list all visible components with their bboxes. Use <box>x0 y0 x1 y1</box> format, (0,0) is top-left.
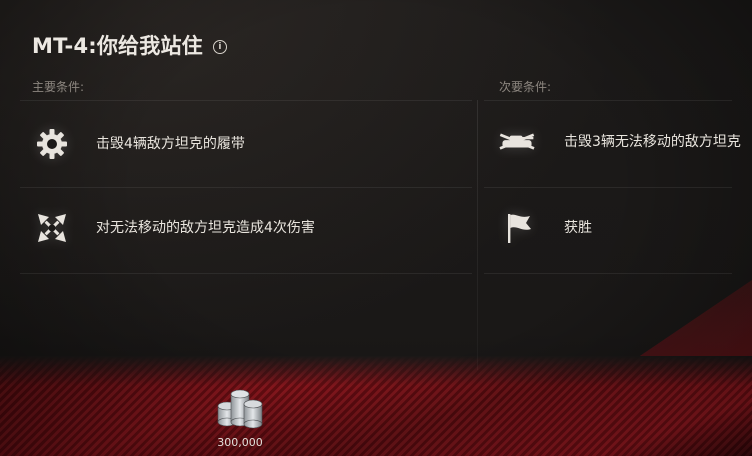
reward-amount: 300,000 <box>217 436 263 449</box>
silver-coins-icon <box>214 384 266 434</box>
reward: 300,000 <box>204 384 276 449</box>
secondary-condition-2: 获胜 <box>499 208 592 248</box>
condition-text: 击毁4辆敌方坦克的履带 <box>96 136 245 152</box>
primary-conditions-label: 主要条件: <box>32 80 85 94</box>
mission-title: MT-4:你给我站住 <box>32 34 203 58</box>
primary-condition-2: 对无法移动的敌方坦克造成4次伤害 <box>32 208 315 248</box>
primary-condition-1: 击毁4辆敌方坦克的履带 <box>32 124 245 164</box>
divider <box>20 187 472 188</box>
condition-text: 获胜 <box>564 220 592 236</box>
secondary-conditions-label: 次要条件: <box>499 80 552 94</box>
divider <box>484 100 732 101</box>
background-red-band <box>0 356 752 456</box>
divider <box>20 100 472 101</box>
condition-text: 击毁3辆无法移动的敌方坦克 <box>564 134 741 150</box>
secondary-condition-1: 击毁3辆无法移动的敌方坦克 <box>497 122 744 162</box>
mission-title-bar: MT-4:你给我站住 i <box>32 30 227 60</box>
gear-icon <box>32 124 72 164</box>
condition-text: 对无法移动的敌方坦克造成4次伤害 <box>96 220 315 236</box>
crossed-arrows-icon <box>32 208 72 248</box>
divider <box>484 273 732 274</box>
divider <box>20 273 472 274</box>
info-icon[interactable]: i <box>212 39 227 54</box>
divider <box>484 187 732 188</box>
column-divider <box>477 100 478 370</box>
flag-icon <box>499 208 539 248</box>
immobilized-tank-icon <box>497 122 537 162</box>
